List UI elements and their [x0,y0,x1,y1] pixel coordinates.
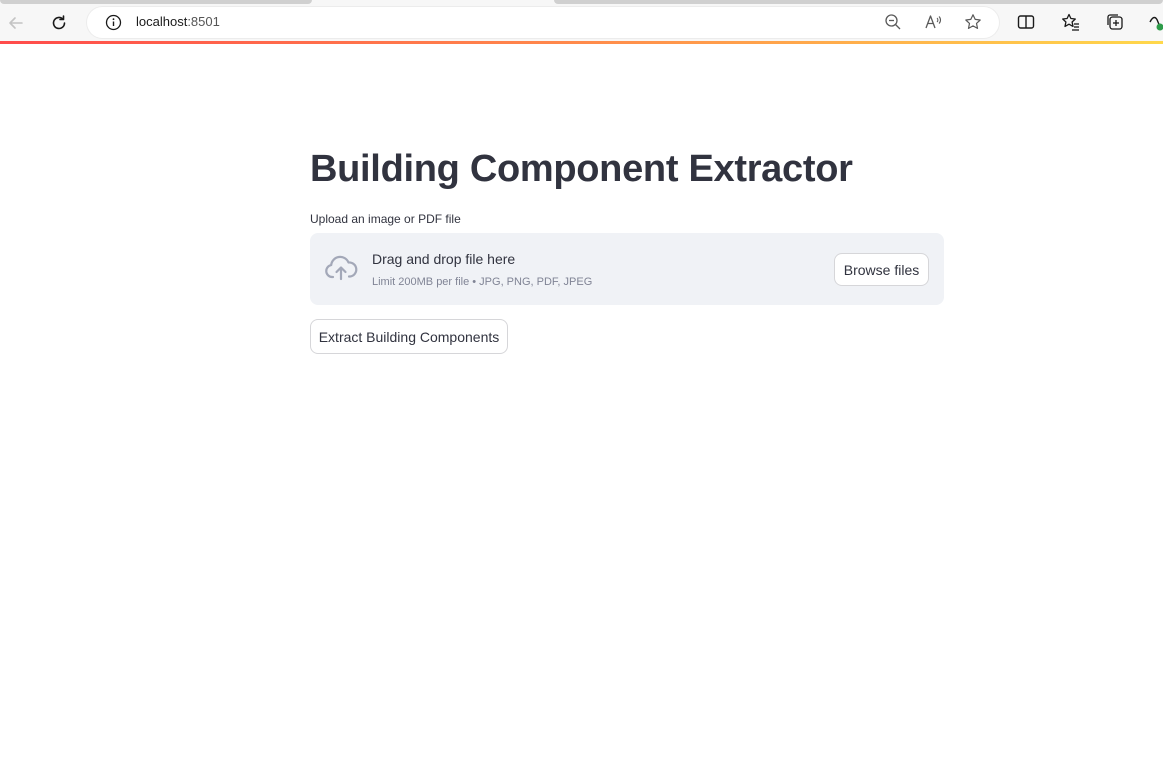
cloud-upload-icon [325,255,358,281]
browser-toolbar: localhost:8501 [0,0,1163,42]
tab-strip-left [0,0,312,4]
collections-icon[interactable] [1105,12,1127,34]
back-icon[interactable] [4,11,28,35]
address-bar[interactable]: localhost:8501 [87,7,999,38]
read-aloud-icon[interactable] [924,13,944,33]
favorites-icon[interactable] [1061,12,1083,34]
favorite-star-icon[interactable] [964,13,984,33]
split-screen-icon[interactable] [1016,12,1038,34]
file-dropzone[interactable]: Drag and drop file here Limit 200MB per … [310,233,944,305]
app-loading-accent-bar [0,41,1163,44]
extract-components-button[interactable]: Extract Building Components [310,319,508,354]
page-title: Building Component Extractor [310,148,853,190]
extensions-icon[interactable] [1148,12,1163,34]
browse-files-button[interactable]: Browse files [834,253,929,286]
zoom-out-icon[interactable] [884,13,904,33]
tab-strip-right [554,0,1163,4]
file-uploader-label: Upload an image or PDF file [310,212,461,226]
refresh-icon[interactable] [47,11,71,35]
url-host: localhost [136,14,188,29]
url-text[interactable]: localhost:8501 [136,14,220,29]
site-info-icon[interactable] [105,14,122,31]
dropzone-limit-text: Limit 200MB per file • JPG, PNG, PDF, JP… [372,276,593,288]
url-port: :8501 [187,14,220,29]
dropzone-instructions: Drag and drop file here [372,251,516,267]
